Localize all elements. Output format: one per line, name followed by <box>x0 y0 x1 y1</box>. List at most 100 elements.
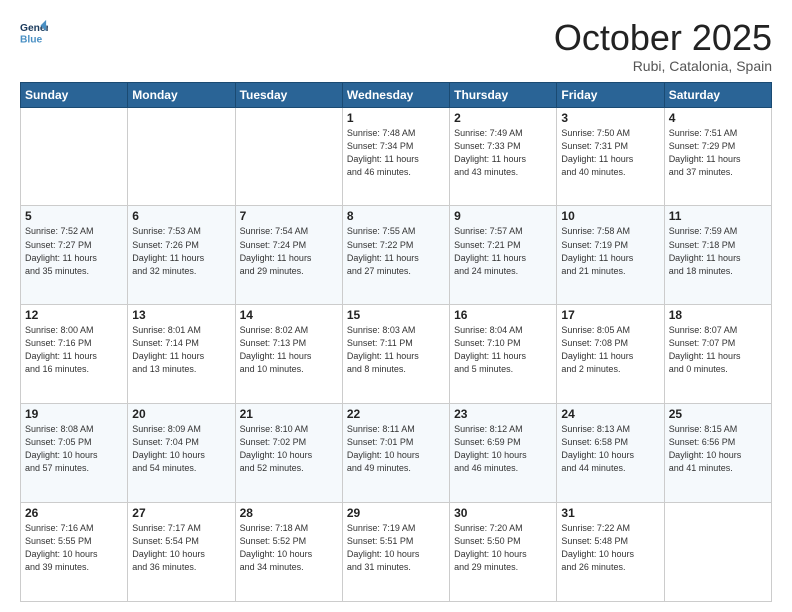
week-row-1: 1 Sunrise: 7:48 AMSunset: 7:34 PMDaylight… <box>21 107 772 206</box>
day-number: 13 <box>132 308 230 322</box>
day-number: 10 <box>561 209 659 223</box>
day-number: 21 <box>240 407 338 421</box>
day-info: Sunrise: 8:01 AMSunset: 7:14 PMDaylight:… <box>132 324 230 376</box>
day-number: 18 <box>669 308 767 322</box>
calendar-cell-4-5: 31 Sunrise: 7:22 AMSunset: 5:48 PMDayligh… <box>557 503 664 602</box>
day-info: Sunrise: 7:17 AMSunset: 5:54 PMDaylight:… <box>132 522 230 574</box>
svg-text:Blue: Blue <box>20 34 43 45</box>
day-number: 3 <box>561 111 659 125</box>
day-info: Sunrise: 8:12 AMSunset: 6:59 PMDaylight:… <box>454 423 552 475</box>
day-number: 6 <box>132 209 230 223</box>
day-info: Sunrise: 8:02 AMSunset: 7:13 PMDaylight:… <box>240 324 338 376</box>
calendar-cell-0-1 <box>128 107 235 206</box>
day-info: Sunrise: 7:51 AMSunset: 7:29 PMDaylight:… <box>669 127 767 179</box>
day-number: 31 <box>561 506 659 520</box>
calendar-cell-2-3: 15Sunrise: 8:03 AMSunset: 7:11 PMDayligh… <box>342 305 449 404</box>
day-number: 9 <box>454 209 552 223</box>
location-subtitle: Rubi, Catalonia, Spain <box>554 58 772 74</box>
day-info: Sunrise: 7:20 AMSunset: 5:50 PMDaylight:… <box>454 522 552 574</box>
page: General Blue October 2025 Rubi, Cataloni… <box>0 0 792 612</box>
day-info: Sunrise: 7:55 AMSunset: 7:22 PMDaylight:… <box>347 225 445 277</box>
day-info: Sunrise: 8:08 AMSunset: 7:05 PMDaylight:… <box>25 423 123 475</box>
logo: General Blue <box>20 18 48 46</box>
col-monday: Monday <box>128 82 235 107</box>
calendar-cell-4-6 <box>664 503 771 602</box>
day-info: Sunrise: 7:53 AMSunset: 7:26 PMDaylight:… <box>132 225 230 277</box>
calendar-cell-3-1: 20 Sunrise: 8:09 AMSunset: 7:04 PMDayligh… <box>128 404 235 503</box>
calendar-cell-1-1: 6 Sunrise: 7:53 AMSunset: 7:26 PMDaylight… <box>128 206 235 305</box>
calendar-cell-4-0: 26Sunrise: 7:16 AMSunset: 5:55 PMDayligh… <box>21 503 128 602</box>
day-number: 5 <box>25 209 123 223</box>
calendar-cell-0-0 <box>21 107 128 206</box>
col-saturday: Saturday <box>664 82 771 107</box>
day-number: 22 <box>347 407 445 421</box>
day-number: 12 <box>25 308 123 322</box>
day-number: 23 <box>454 407 552 421</box>
day-number: 19 <box>25 407 123 421</box>
calendar-cell-3-2: 21 Sunrise: 8:10 AMSunset: 7:02 PMDayligh… <box>235 404 342 503</box>
col-friday: Friday <box>557 82 664 107</box>
day-info: Sunrise: 7:59 AMSunset: 7:18 PMDaylight:… <box>669 225 767 277</box>
day-info: Sunrise: 8:00 AMSunset: 7:16 PMDaylight:… <box>25 324 123 376</box>
day-info: Sunrise: 8:05 AMSunset: 7:08 PMDaylight:… <box>561 324 659 376</box>
title-block: October 2025 Rubi, Catalonia, Spain <box>554 18 772 74</box>
day-info: Sunrise: 7:52 AMSunset: 7:27 PMDaylight:… <box>25 225 123 277</box>
week-row-5: 26Sunrise: 7:16 AMSunset: 5:55 PMDayligh… <box>21 503 772 602</box>
calendar-cell-2-6: 18 Sunrise: 8:07 AMSunset: 7:07 PMDayligh… <box>664 305 771 404</box>
day-number: 2 <box>454 111 552 125</box>
calendar-cell-4-4: 30 Sunrise: 7:20 AMSunset: 5:50 PMDayligh… <box>450 503 557 602</box>
day-info: Sunrise: 8:07 AMSunset: 7:07 PMDaylight:… <box>669 324 767 376</box>
calendar-cell-1-2: 7 Sunrise: 7:54 AMSunset: 7:24 PMDaylight… <box>235 206 342 305</box>
day-number: 27 <box>132 506 230 520</box>
calendar-cell-0-4: 2 Sunrise: 7:49 AMSunset: 7:33 PMDaylight… <box>450 107 557 206</box>
calendar-cell-0-5: 3 Sunrise: 7:50 AMSunset: 7:31 PMDaylight… <box>557 107 664 206</box>
day-info: Sunrise: 8:10 AMSunset: 7:02 PMDaylight:… <box>240 423 338 475</box>
logo-icon: General Blue <box>20 18 48 46</box>
day-info: Sunrise: 7:48 AMSunset: 7:34 PMDaylight:… <box>347 127 445 179</box>
day-number: 14 <box>240 308 338 322</box>
day-info: Sunrise: 7:54 AMSunset: 7:24 PMDaylight:… <box>240 225 338 277</box>
calendar-cell-4-3: 29Sunrise: 7:19 AMSunset: 5:51 PMDayligh… <box>342 503 449 602</box>
calendar-cell-4-2: 28 Sunrise: 7:18 AMSunset: 5:52 PMDayligh… <box>235 503 342 602</box>
day-info: Sunrise: 8:13 AMSunset: 6:58 PMDaylight:… <box>561 423 659 475</box>
day-info: Sunrise: 7:49 AMSunset: 7:33 PMDaylight:… <box>454 127 552 179</box>
day-number: 30 <box>454 506 552 520</box>
calendar-cell-1-4: 9 Sunrise: 7:57 AMSunset: 7:21 PMDaylight… <box>450 206 557 305</box>
day-number: 25 <box>669 407 767 421</box>
calendar-cell-2-5: 17 Sunrise: 8:05 AMSunset: 7:08 PMDayligh… <box>557 305 664 404</box>
calendar-cell-0-2 <box>235 107 342 206</box>
calendar-table: Sunday Monday Tuesday Wednesday Thursday… <box>20 82 772 602</box>
month-title: October 2025 <box>554 18 772 58</box>
day-info: Sunrise: 8:04 AMSunset: 7:10 PMDaylight:… <box>454 324 552 376</box>
day-number: 8 <box>347 209 445 223</box>
day-number: 7 <box>240 209 338 223</box>
calendar-cell-3-0: 19 Sunrise: 8:08 AMSunset: 7:05 PMDayligh… <box>21 404 128 503</box>
calendar-cell-1-5: 10 Sunrise: 7:58 AMSunset: 7:19 PMDayligh… <box>557 206 664 305</box>
calendar-cell-1-0: 5 Sunrise: 7:52 AMSunset: 7:27 PMDaylight… <box>21 206 128 305</box>
day-number: 1 <box>347 111 445 125</box>
day-number: 11 <box>669 209 767 223</box>
calendar-cell-3-5: 24Sunrise: 8:13 AMSunset: 6:58 PMDayligh… <box>557 404 664 503</box>
col-wednesday: Wednesday <box>342 82 449 107</box>
day-info: Sunrise: 7:18 AMSunset: 5:52 PMDaylight:… <box>240 522 338 574</box>
calendar-cell-4-1: 27 Sunrise: 7:17 AMSunset: 5:54 PMDayligh… <box>128 503 235 602</box>
week-row-3: 12 Sunrise: 8:00 AMSunset: 7:16 PMDayligh… <box>21 305 772 404</box>
week-row-2: 5 Sunrise: 7:52 AMSunset: 7:27 PMDaylight… <box>21 206 772 305</box>
calendar-cell-2-4: 16Sunrise: 8:04 AMSunset: 7:10 PMDayligh… <box>450 305 557 404</box>
week-row-4: 19 Sunrise: 8:08 AMSunset: 7:05 PMDayligh… <box>21 404 772 503</box>
day-info: Sunrise: 7:57 AMSunset: 7:21 PMDaylight:… <box>454 225 552 277</box>
calendar-cell-0-3: 1 Sunrise: 7:48 AMSunset: 7:34 PMDaylight… <box>342 107 449 206</box>
day-info: Sunrise: 7:16 AMSunset: 5:55 PMDaylight:… <box>25 522 123 574</box>
day-info: Sunrise: 8:03 AMSunset: 7:11 PMDaylight:… <box>347 324 445 376</box>
day-info: Sunrise: 8:15 AMSunset: 6:56 PMDaylight:… <box>669 423 767 475</box>
day-info: Sunrise: 7:22 AMSunset: 5:48 PMDaylight:… <box>561 522 659 574</box>
day-number: 20 <box>132 407 230 421</box>
calendar-cell-1-3: 8 Sunrise: 7:55 AMSunset: 7:22 PMDaylight… <box>342 206 449 305</box>
calendar-cell-3-3: 22Sunrise: 8:11 AMSunset: 7:01 PMDayligh… <box>342 404 449 503</box>
day-number: 28 <box>240 506 338 520</box>
day-info: Sunrise: 7:58 AMSunset: 7:19 PMDaylight:… <box>561 225 659 277</box>
day-info: Sunrise: 7:19 AMSunset: 5:51 PMDaylight:… <box>347 522 445 574</box>
day-number: 17 <box>561 308 659 322</box>
day-info: Sunrise: 8:09 AMSunset: 7:04 PMDaylight:… <box>132 423 230 475</box>
day-info: Sunrise: 7:50 AMSunset: 7:31 PMDaylight:… <box>561 127 659 179</box>
